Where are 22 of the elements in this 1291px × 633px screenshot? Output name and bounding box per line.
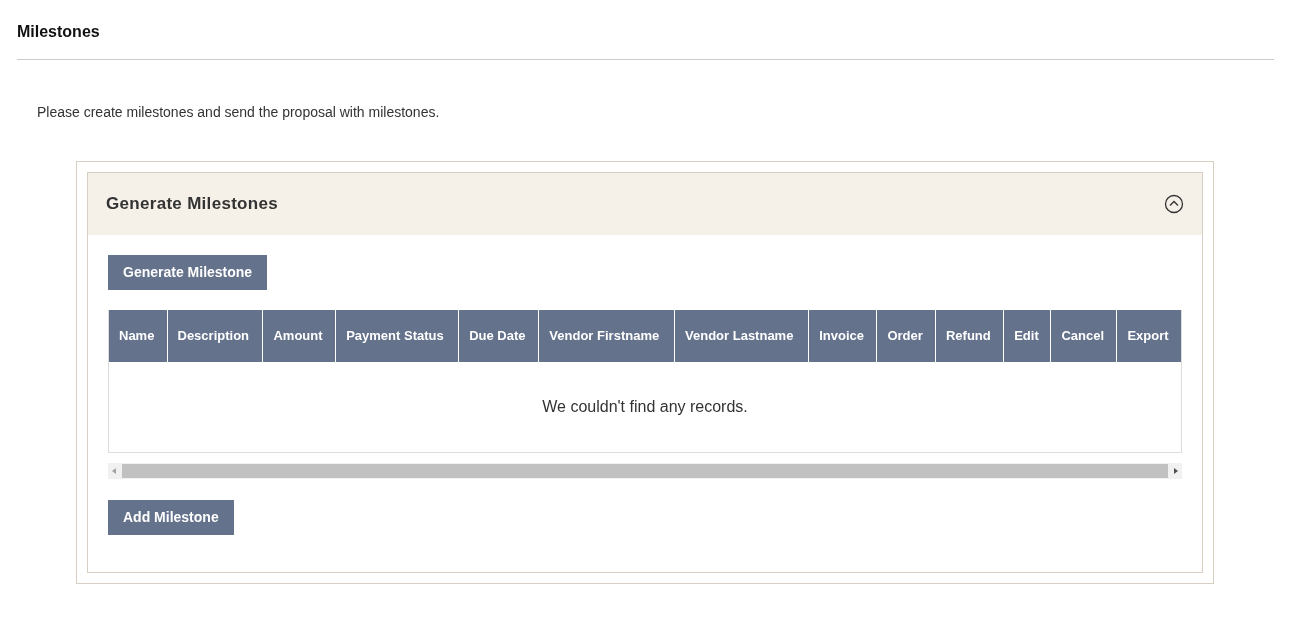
column-header: Order: [876, 310, 936, 363]
column-header: Amount: [262, 310, 336, 363]
scroll-right-icon[interactable]: [1172, 467, 1180, 476]
panel-title: Generate Milestones: [106, 194, 278, 215]
collapse-toggle-icon[interactable]: [1164, 194, 1184, 215]
column-header: Export: [1116, 310, 1181, 363]
column-header: Vendor Lastname: [674, 310, 809, 363]
column-header: Due Date: [458, 310, 539, 363]
column-header: Invoice: [808, 310, 877, 363]
intro-text: Please create milestones and send the proposal with milestones.: [37, 103, 441, 123]
column-header: Payment Status: [335, 310, 459, 363]
page-title: Milestones: [17, 22, 101, 42]
column-header: Cancel: [1050, 310, 1117, 363]
column-header: Vendor Firstname: [538, 310, 675, 363]
scroll-left-icon[interactable]: [110, 467, 118, 476]
generate-milestone-button[interactable]: Generate Milestone: [108, 255, 268, 291]
column-header: Refund: [935, 310, 1004, 363]
column-header: Name: [109, 310, 167, 363]
column-header: Edit: [1003, 310, 1051, 363]
column-header: Description: [167, 310, 263, 363]
empty-message: We couldn't find any records.: [109, 362, 1181, 453]
add-milestone-button[interactable]: Add Milestone: [108, 500, 234, 536]
